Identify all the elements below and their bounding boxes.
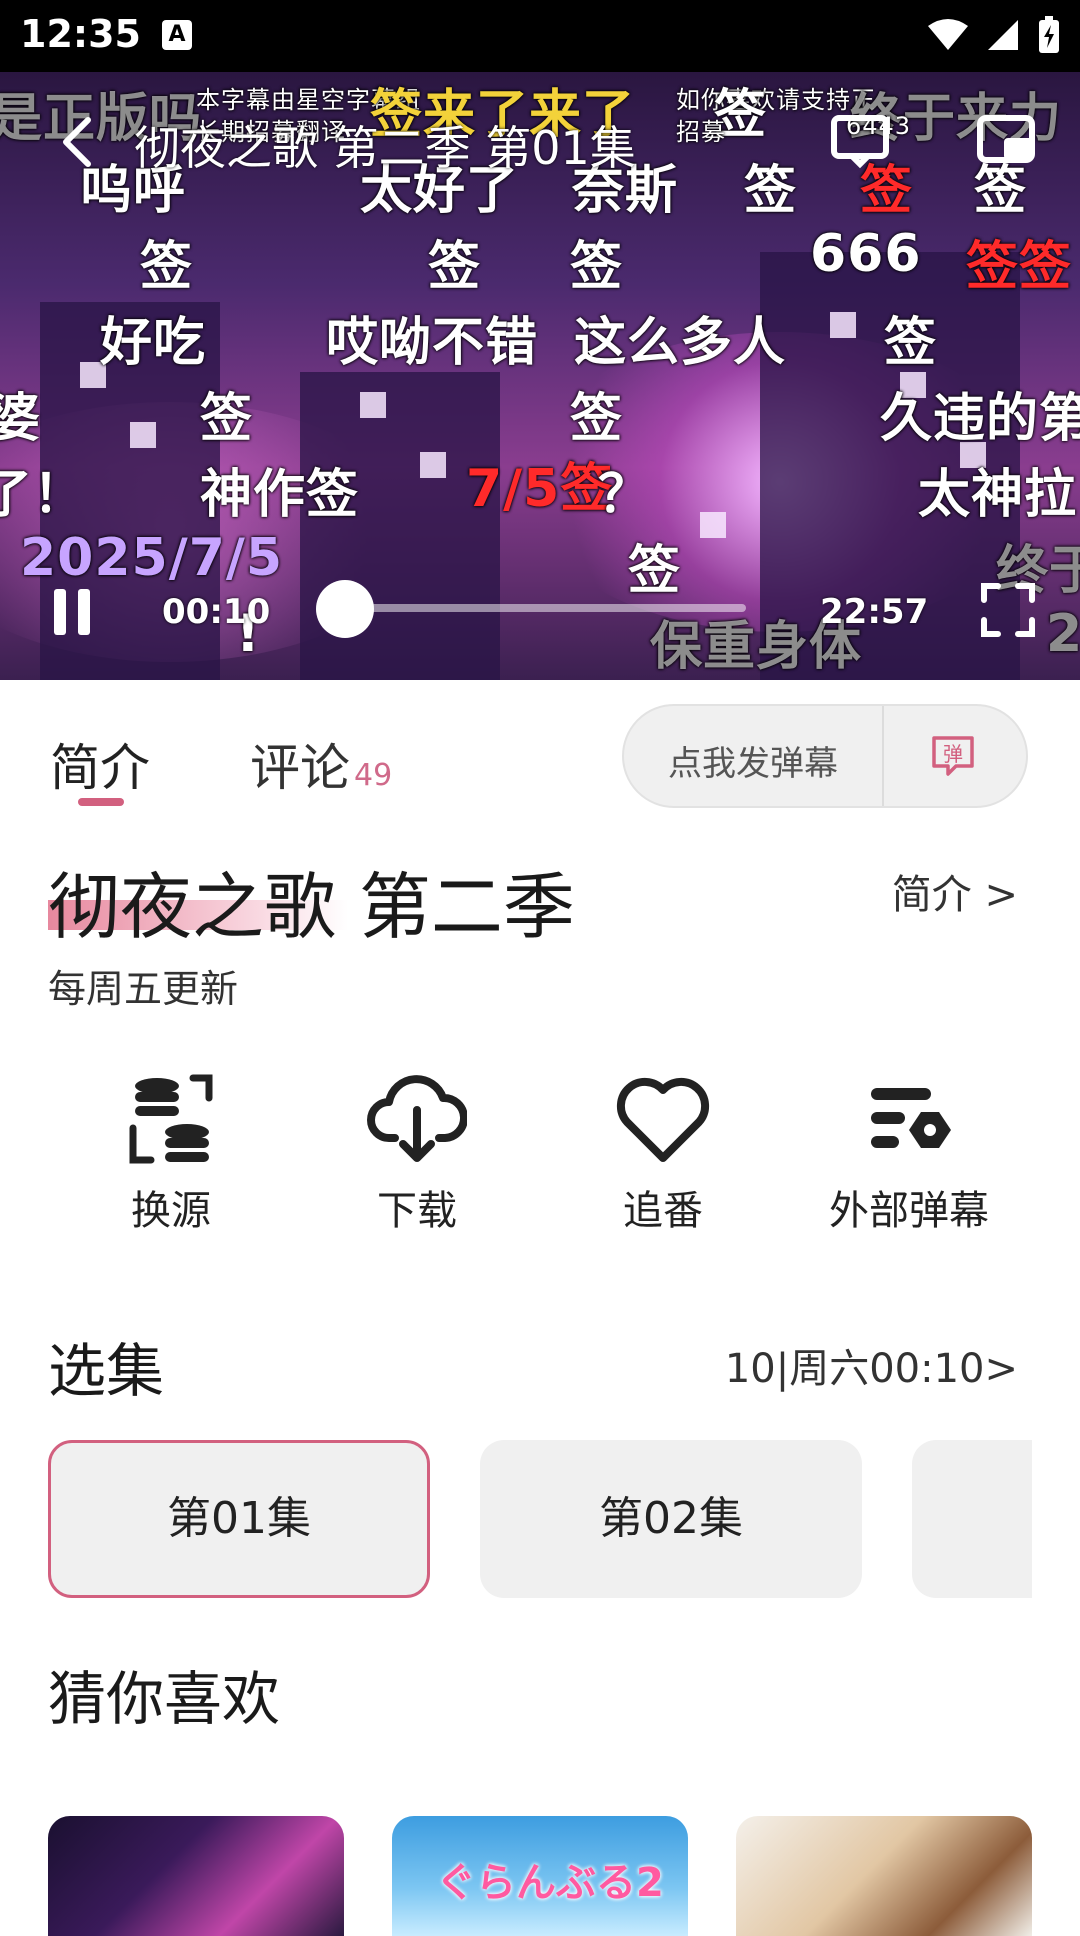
notification-icon: A (162, 20, 192, 50)
external-danmaku-icon (871, 1088, 951, 1148)
divider (882, 706, 884, 806)
player-title: 彻夜之歌 第二季 第01集 (134, 121, 636, 175)
danmaku-comment: 签 (628, 541, 682, 601)
seek-thumb[interactable] (316, 580, 374, 638)
update-schedule: 每周五更新 (48, 967, 239, 1011)
danmaku-comment: 这么多人 (574, 313, 787, 373)
status-time: 12:35 (20, 12, 141, 56)
back-icon[interactable] (50, 112, 110, 172)
scene-window (130, 422, 156, 448)
tab-intro[interactable]: 简介 (50, 728, 150, 800)
status-bar: 12:35 A (0, 0, 1080, 72)
danmaku-comment: 2 (1046, 604, 1080, 664)
danmaku-comment: 签 (884, 313, 938, 373)
danmaku-comment: 签签 (966, 237, 1073, 297)
scene-window (420, 452, 446, 478)
episode-card-01[interactable]: 第01集 (48, 1440, 430, 1598)
send-danmaku-button[interactable]: 点我发弹幕 弹 (622, 704, 1028, 808)
danmaku-comment: 签 (570, 237, 624, 297)
battery-icon (1039, 16, 1059, 53)
video-player[interactable]: 是正版吗 本字幕由星空字幕组 签来了来了 如你喜欢请支持正 签 终于来力 长期招… (0, 72, 1080, 680)
fullscreen-icon[interactable] (980, 582, 1036, 638)
recommendation-card[interactable] (736, 1816, 1032, 1936)
pause-icon[interactable] (50, 587, 94, 637)
tab-comments-label: 评论 (250, 739, 350, 797)
recommendation-logo: ぐらんぶる2 (436, 1860, 664, 1906)
danmaku-icon[interactable]: 弹 (928, 732, 978, 782)
external-danmaku-label: 外部弹幕 (829, 1188, 989, 1234)
danmaku-comment: 久违的第 (880, 389, 1080, 449)
danmaku-comment: 2025/7/5 (20, 528, 284, 588)
database-switch-icon (129, 1074, 213, 1164)
heart-icon (616, 1077, 710, 1162)
picture-in-picture-icon[interactable] (974, 108, 1038, 172)
download-button[interactable]: 下载 (294, 1072, 540, 1236)
episode-card-partial[interactable] (912, 1440, 1032, 1598)
scene-window (830, 312, 856, 338)
intro-link[interactable]: 简介 > (892, 862, 1018, 920)
danmaku-comment: 签 (570, 389, 624, 449)
external-danmaku-button[interactable]: 外部弹幕 (786, 1072, 1032, 1236)
danmaku-icon-glyph: 弹 (943, 742, 963, 766)
danmaku-comment: 神作签 (200, 465, 360, 525)
switch-source-label: 换源 (131, 1188, 211, 1234)
comments-count: 49 (354, 758, 393, 793)
tab-comments[interactable]: 评论 49 (250, 728, 392, 800)
seek-bar[interactable] (346, 604, 746, 612)
follow-button[interactable]: 追番 (540, 1072, 786, 1236)
episode-card-02[interactable]: 第02集 (480, 1440, 862, 1598)
danmaku-comment: 签 (428, 237, 482, 297)
danmaku-comment: 签 (744, 161, 798, 221)
danmaku-comment: 签 (140, 237, 194, 297)
recommendation-card[interactable] (48, 1816, 344, 1936)
danmaku-comment: 太神拉 (918, 465, 1078, 525)
recommendations-title: 猜你喜欢 (48, 1665, 281, 1733)
danmaku-comment: 婆 (0, 389, 42, 449)
danmaku-comment: 签 (200, 389, 254, 449)
danmaku-comment: 招募 (676, 118, 726, 146)
danmaku-comment: 666 (810, 224, 922, 284)
follow-label: 追番 (623, 1188, 703, 1234)
tab-active-indicator (78, 798, 124, 806)
total-time: 22:57 (820, 592, 929, 632)
danmaku-comment: 7/5签 (466, 459, 614, 519)
current-time: 00:10 (162, 592, 271, 632)
signal-icon (988, 20, 1018, 50)
episodes-title: 选集 (48, 1337, 165, 1405)
status-icons (928, 16, 1060, 54)
danmaku-comment: 好吃 (100, 313, 207, 373)
scene-window (360, 392, 386, 418)
danmaku-comment: 哎呦不错 (326, 313, 539, 373)
scene-window (700, 512, 726, 538)
send-danmaku-label: 点我发弹幕 (668, 744, 838, 784)
danmaku-comment: 了！ (0, 465, 87, 525)
cloud-download-icon (367, 1075, 467, 1162)
switch-source-button[interactable]: 换源 (48, 1072, 294, 1236)
download-label: 下载 (377, 1188, 457, 1234)
cast-screen-icon[interactable] (828, 108, 892, 172)
danmaku-comment: ？ (598, 465, 652, 525)
wifi-icon (928, 19, 968, 50)
episode-schedule-link[interactable]: 10|周六00:10> (725, 1336, 1018, 1394)
anime-title: 彻夜之歌 第二季 (48, 865, 575, 949)
recommendation-card[interactable]: ぐらんぶる2 (392, 1816, 688, 1936)
